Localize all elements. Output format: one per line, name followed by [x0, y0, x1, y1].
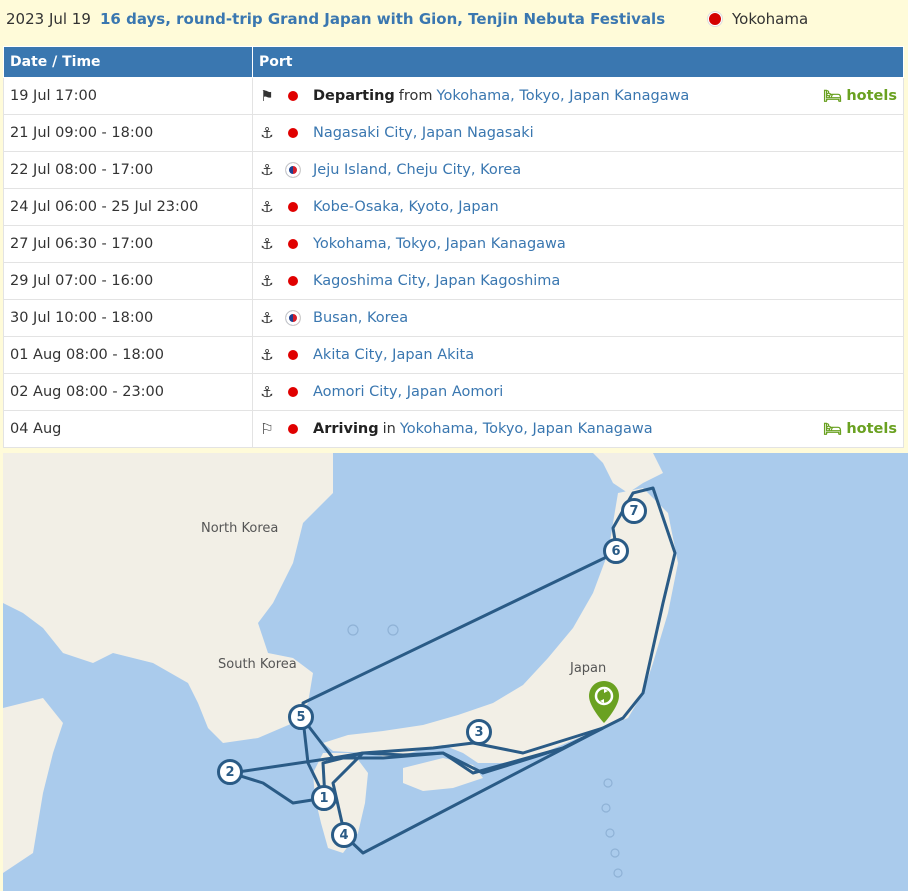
port-link[interactable]: Aomori City, Japan Aomori — [313, 384, 503, 400]
row-date: 21 Jul 09:00 - 18:00 — [3, 114, 253, 152]
mainland-shape — [3, 453, 333, 743]
row-port-cell: ⚓ Kagoshima City, Japan Kagoshima — [252, 262, 904, 300]
port-link[interactable]: Yokohama, Tokyo, Japan Kanagawa — [437, 88, 690, 104]
checkered-flag-icon: ⚐ — [260, 420, 274, 438]
port-link[interactable]: Jeju Island, Cheju City, Korea — [313, 162, 521, 178]
port-marker-6[interactable]: 6 — [603, 538, 629, 564]
home-pin-icon[interactable] — [589, 681, 619, 723]
anchor-icon: ⚓ — [260, 346, 274, 364]
port-marker-4[interactable]: 4 — [331, 822, 357, 848]
china-south-shape — [3, 698, 63, 873]
itinerary-row: 02 Aug 08:00 - 23:00 ⚓ Aomori City, Japan … — [3, 373, 904, 411]
row-port-cell: ⚓ Akita City, Japan Akita — [252, 336, 904, 374]
itinerary-row: 30 Jul 10:00 - 18:00 ⚓ Busan, Korea — [3, 299, 904, 337]
port-marker-1[interactable]: 1 — [311, 785, 337, 811]
map-canvas — [3, 453, 678, 878]
japan-flag-icon — [285, 202, 301, 212]
row-status: Departing — [313, 88, 395, 104]
row-port-cell: ⚐ Arriving in Yokohama, Tokyo, Japan Kanaga… — [252, 410, 904, 448]
honshu-shape — [323, 488, 678, 763]
itinerary-row: 27 Jul 06:30 - 17:00 ⚓ Yokohama, Tokyo, Ja… — [3, 225, 904, 263]
port-link[interactable]: Yokohama, Tokyo, Japan Kanagawa — [400, 421, 653, 437]
itinerary-row: 21 Jul 09:00 - 18:00 ⚓ Nagasaki City, Japa… — [3, 114, 904, 152]
itinerary-table: Date / Time Port 19 Jul 17:00 ⚑ Departing f… — [3, 46, 904, 448]
port-link[interactable]: Nagasaki City, Japan Nagasaki — [313, 125, 534, 141]
flag-icon: ⚑ — [260, 87, 274, 105]
bed-icon: 🛏 — [823, 87, 843, 105]
row-status: Arriving — [313, 421, 379, 437]
hotels-label: hotels — [846, 88, 897, 104]
port-marker-7[interactable]: 7 — [621, 498, 647, 524]
row-port-cell: ⚓ Jeju Island, Cheju City, Korea — [252, 151, 904, 189]
map-label-japan: Japan — [570, 661, 607, 676]
korea-flag-icon — [285, 162, 301, 178]
row-port-cell: ⚓ Aomori City, Japan Aomori — [252, 373, 904, 411]
itinerary-row: 24 Jul 06:00 - 25 Jul 23:00 ⚓ Kobe-Osaka, … — [3, 188, 904, 226]
row-date: 04 Aug — [3, 410, 253, 448]
port-link[interactable]: Akita City, Japan Akita — [313, 347, 474, 363]
itinerary-row: 04 Aug ⚐ Arriving in Yokohama, Tokyo, Japan … — [3, 410, 904, 448]
row-port-cell: ⚓ Busan, Korea — [252, 299, 904, 337]
cruise-title-link[interactable]: 16 days, round-trip Grand Japan with Gio… — [100, 10, 665, 28]
map-label-south-korea: South Korea — [218, 657, 297, 672]
row-date: 30 Jul 10:00 - 18:00 — [3, 299, 253, 337]
port-link[interactable]: Kagoshima City, Japan Kagoshima — [313, 273, 560, 289]
itinerary-row: 22 Jul 08:00 - 17:00 ⚓ Jeju Island, Cheju … — [3, 151, 904, 189]
japan-flag-icon — [708, 12, 722, 26]
row-date: 19 Jul 17:00 — [3, 77, 253, 115]
row-joiner: from — [398, 88, 433, 104]
row-date: 22 Jul 08:00 - 17:00 — [3, 151, 253, 189]
hotels-link[interactable]: 🛏 hotels — [823, 420, 897, 438]
row-port-cell: ⚓ Nagasaki City, Japan Nagasaki — [252, 114, 904, 152]
itinerary-row: 29 Jul 07:00 - 16:00 ⚓ Kagoshima City, Jap… — [3, 262, 904, 300]
cruise-header: 2023 Jul 19 16 days, round-trip Grand Ja… — [0, 0, 908, 40]
route-map[interactable]: North Korea South Korea Japan 1 2 3 4 5 … — [3, 453, 908, 891]
hotels-link[interactable]: 🛏 hotels — [823, 87, 897, 105]
port-marker-2[interactable]: 2 — [217, 759, 243, 785]
anchor-icon: ⚓ — [260, 309, 274, 327]
port-link[interactable]: Kobe-Osaka, Kyoto, Japan — [313, 199, 499, 215]
anchor-icon: ⚓ — [260, 235, 274, 253]
row-date: 02 Aug 08:00 - 23:00 — [3, 373, 253, 411]
bed-icon: 🛏 — [823, 420, 843, 438]
column-header-port: Port — [252, 46, 904, 78]
row-date: 27 Jul 06:30 - 17:00 — [3, 225, 253, 263]
row-port-cell: ⚓ Yokohama, Tokyo, Japan Kanagawa — [252, 225, 904, 263]
korea-flag-icon — [285, 310, 301, 326]
anchor-icon: ⚓ — [260, 383, 274, 401]
row-date: 01 Aug 08:00 - 18:00 — [3, 336, 253, 374]
port-link[interactable]: Busan, Korea — [313, 310, 408, 326]
anchor-icon: ⚓ — [260, 198, 274, 216]
shikoku-shape — [403, 758, 483, 791]
row-joiner: in — [382, 421, 396, 437]
home-port-name: Yokohama — [732, 10, 809, 28]
port-link[interactable]: Yokohama, Tokyo, Japan Kanagawa — [313, 236, 566, 252]
anchor-icon: ⚓ — [260, 272, 274, 290]
anchor-icon: ⚓ — [260, 124, 274, 142]
japan-flag-icon — [285, 424, 301, 434]
home-port: Yokohama — [708, 10, 808, 28]
cruise-date: 2023 Jul 19 — [6, 10, 91, 28]
map-label-north-korea: North Korea — [201, 521, 279, 536]
column-header-date: Date / Time — [3, 46, 253, 78]
itinerary-row: 19 Jul 17:00 ⚑ Departing from Yokohama, Toky… — [3, 77, 904, 115]
japan-flag-icon — [285, 276, 301, 286]
row-port-cell: ⚑ Departing from Yokohama, Tokyo, Japan Kan… — [252, 77, 904, 115]
japan-flag-icon — [285, 350, 301, 360]
port-marker-5[interactable]: 5 — [288, 704, 314, 730]
row-port-cell: ⚓ Kobe-Osaka, Kyoto, Japan — [252, 188, 904, 226]
japan-flag-icon — [285, 387, 301, 397]
japan-flag-icon — [285, 91, 301, 101]
row-date: 29 Jul 07:00 - 16:00 — [3, 262, 253, 300]
itinerary-row: 01 Aug 08:00 - 18:00 ⚓ Akita City, Japan A… — [3, 336, 904, 374]
japan-flag-icon — [285, 239, 301, 249]
hotels-label: hotels — [846, 421, 897, 437]
row-date: 24 Jul 06:00 - 25 Jul 23:00 — [3, 188, 253, 226]
port-marker-3[interactable]: 3 — [466, 719, 492, 745]
anchor-icon: ⚓ — [260, 161, 274, 179]
japan-flag-icon — [285, 128, 301, 138]
